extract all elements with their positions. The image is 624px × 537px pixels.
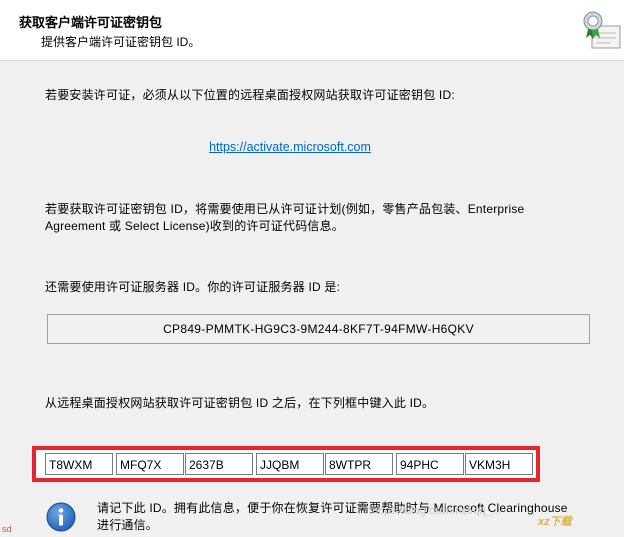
corner-mark: sd <box>2 524 12 534</box>
server-id-label: 还需要使用许可证服务器 ID。你的许可证服务器 ID 是: <box>45 280 341 294</box>
program-info-line-2: Agreement 或 Select License)收到的许可证代码信息。 <box>45 219 345 233</box>
license-wizard-page: 获取客户端许可证密钥包 提供客户端许可证密钥包 ID。 若要安装许可证，必须从以… <box>0 0 624 537</box>
page-subtitle: 提供客户端许可证密钥包 ID。 <box>41 35 201 49</box>
key-pack-id-field-3[interactable]: 2637B <box>185 453 253 475</box>
key-pack-id-field-2[interactable]: MFQ7X <box>116 453 184 475</box>
key-pack-id-field-5[interactable]: 8WTPR <box>325 453 393 475</box>
blog-watermark: https://blog.csdn.net/qq_... <box>372 505 502 517</box>
key-pack-id-field-6[interactable]: 94PHC <box>396 453 464 475</box>
site-watermark-logo: xz下载 <box>538 516 572 528</box>
wizard-header: 获取客户端许可证密钥包 提供客户端许可证密钥包 ID。 <box>0 0 624 61</box>
activation-link[interactable]: https://activate.microsoft.com <box>0 140 580 154</box>
key-pack-id-field-1[interactable]: T8WXM <box>45 453 113 475</box>
note-line-2: 进行通信。 <box>97 518 159 532</box>
program-info-line-1: 若要获取许可证密钥包 ID，将需要使用已从许可证计划(例如，零售产品包装、Ent… <box>45 202 525 216</box>
key-pack-instruction: 从远程桌面授权网站获取许可证密钥包 ID 之后，在下列框中键入此 ID。 <box>45 396 435 410</box>
key-pack-id-highlight: T8WXM MFQ7X 2637B JJQBM 8WTPR 94PHC VKM3… <box>32 446 540 482</box>
certificate-icon <box>583 11 621 49</box>
info-icon <box>46 502 76 532</box>
license-server-id-field: CP849-PMMTK-HG9C3-9M244-8KF7T-94FMW-H6QK… <box>47 314 590 344</box>
install-instruction: 若要安装许可证，必须从以下位置的远程桌面授权网站获取许可证密钥包 ID: <box>45 88 455 102</box>
key-pack-id-field-4[interactable]: JJQBM <box>256 453 324 475</box>
wizard-body: 若要安装许可证，必须从以下位置的远程桌面授权网站获取许可证密钥包 ID: htt… <box>0 61 624 537</box>
key-pack-id-field-7[interactable]: VKM3H <box>465 453 533 475</box>
page-title: 获取客户端许可证密钥包 <box>19 15 163 30</box>
